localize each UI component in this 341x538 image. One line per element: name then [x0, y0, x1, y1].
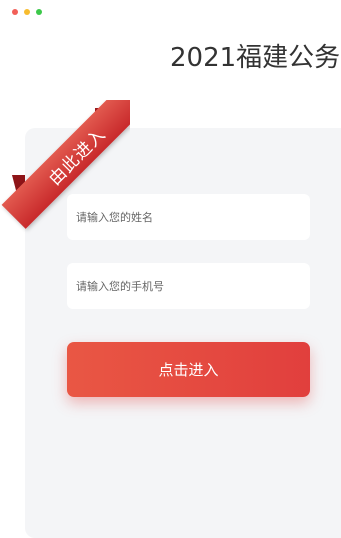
ribbon-label: 由此进入 — [44, 124, 110, 190]
ribbon-band: 由此进入 — [1, 100, 130, 229]
phone-input[interactable] — [67, 263, 310, 309]
maximize-dot[interactable] — [36, 9, 42, 15]
corner-ribbon: 由此进入 — [0, 100, 130, 240]
window-controls — [12, 9, 42, 15]
page-title: 2021福建公务员 — [170, 43, 341, 73]
close-dot[interactable] — [12, 9, 18, 15]
minimize-dot[interactable] — [24, 9, 30, 15]
enter-button[interactable]: 点击进入 — [67, 342, 310, 397]
